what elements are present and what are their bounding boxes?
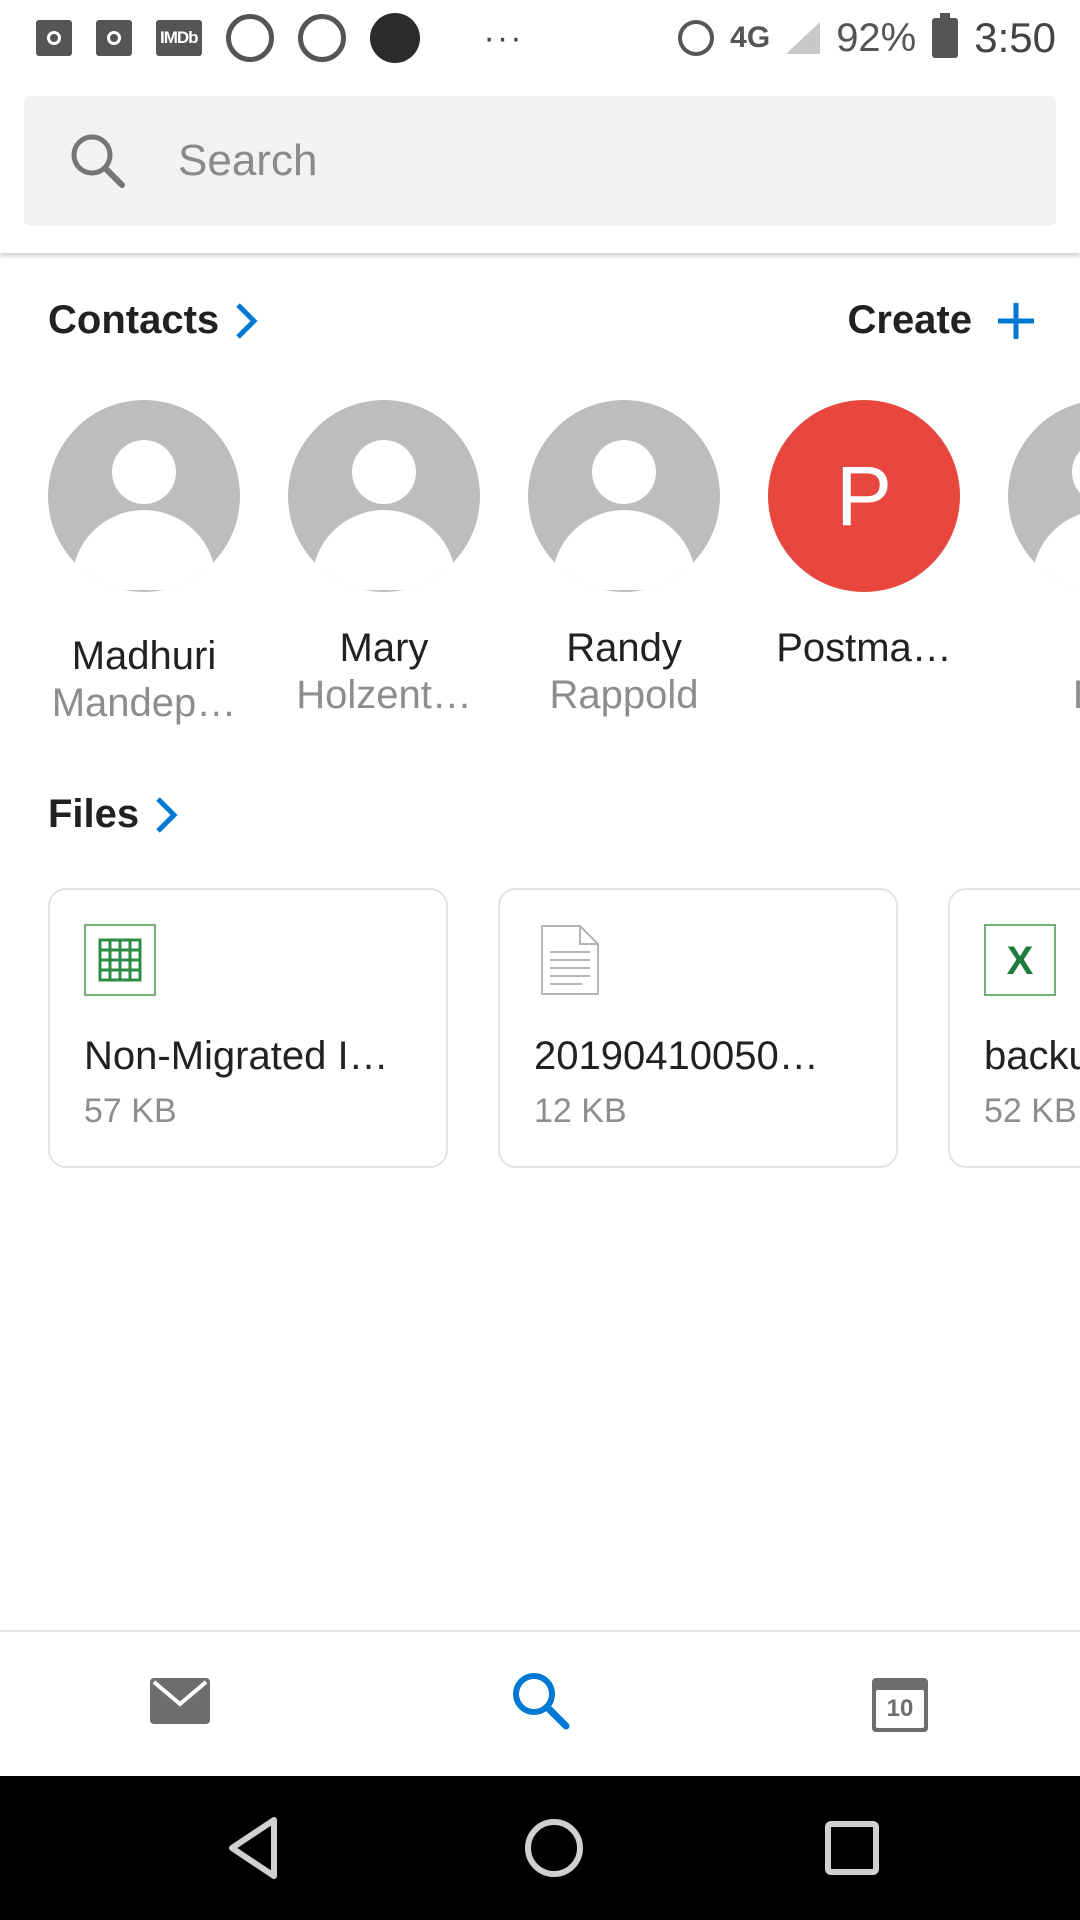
signal-icon <box>786 22 821 54</box>
mail-icon[interactable] <box>148 1668 212 1732</box>
file-card[interactable]: 20190410050… 12 KB <box>498 888 898 1168</box>
file-card[interactable]: X backu 52 KB <box>948 888 1080 1168</box>
file-size: 57 KB <box>84 1092 177 1130</box>
alarm-icon <box>678 20 715 56</box>
timer-icon <box>297 14 346 62</box>
search-header <box>0 75 1080 253</box>
contacts-title: Contacts <box>48 298 220 342</box>
chevron-right-icon <box>236 302 258 339</box>
dark-circle-icon <box>369 13 420 63</box>
search-input[interactable] <box>176 135 980 187</box>
file-name: 20190410050… <box>534 1034 819 1078</box>
search-icon <box>71 134 125 188</box>
system-navigation-bar <box>0 1776 1080 1920</box>
bottom-navigation: 10 <box>0 1630 1080 1778</box>
contact-item[interactable]: Randy Rappold <box>504 400 744 718</box>
file-size: 12 KB <box>534 1092 627 1130</box>
spreadsheet-icon <box>84 924 156 996</box>
contact-item[interactable]: Madhuri Mandep… <box>24 400 264 726</box>
create-label: Create <box>847 298 972 342</box>
contact-item[interactable]: D Bro <box>984 400 1080 718</box>
network-type-label: 4G <box>730 21 771 54</box>
search-bar[interactable] <box>24 96 1056 226</box>
files-carousel[interactable]: Non-Migrated I… 57 KB 20190410050… 12 KB… <box>0 888 1080 1172</box>
file-size: 52 KB <box>984 1092 1077 1130</box>
contact-item[interactable]: P Postma… <box>744 400 984 671</box>
back-icon[interactable] <box>218 1810 294 1886</box>
sync-icon <box>225 14 274 62</box>
document-icon <box>541 925 599 995</box>
battery-icon <box>932 13 959 58</box>
files-header[interactable]: Files <box>48 792 179 837</box>
notification-app-icon <box>36 20 72 56</box>
contact-second-name: Bro <box>984 673 1080 718</box>
contacts-carousel[interactable]: Madhuri Mandep… Mary Holzent… Randy Rapp… <box>0 400 1080 740</box>
avatar <box>288 400 480 592</box>
excel-icon: X <box>984 924 1056 996</box>
svg-text:X: X <box>1007 939 1034 983</box>
contact-second-name: Mandep… <box>51 681 237 725</box>
contact-second-name: Holzent… <box>296 673 472 717</box>
chevron-right-icon <box>156 796 178 833</box>
file-name: backu <box>984 1034 1080 1078</box>
calendar-day: 10 <box>876 1690 924 1728</box>
contacts-header[interactable]: Contacts <box>48 298 259 343</box>
recents-icon[interactable] <box>814 1810 890 1886</box>
clock: 3:50 <box>974 14 1056 61</box>
imdb-icon: IMDb <box>156 20 202 56</box>
status-bar: IMDb ··· 4G 92% 3:50 <box>0 0 1080 75</box>
contact-item[interactable]: Mary Holzent… <box>264 400 504 718</box>
notification-icons: IMDb ··· <box>36 10 524 66</box>
battery-percentage: 92% <box>836 15 917 60</box>
notification-app-icon <box>96 20 132 56</box>
file-name: Non-Migrated I… <box>84 1034 389 1078</box>
file-card[interactable]: Non-Migrated I… 57 KB <box>48 888 448 1168</box>
avatar <box>528 400 720 592</box>
contact-first-name: Madhuri <box>71 634 217 678</box>
contact-first-name: Postma… <box>776 626 952 670</box>
create-contact-button[interactable]: Create <box>847 298 1036 343</box>
more-notifications-icon: ··· <box>483 19 524 57</box>
contact-second-name: Rappold <box>549 673 699 717</box>
avatar-initial: P <box>768 400 960 592</box>
home-icon[interactable] <box>516 1810 592 1886</box>
search-nav-icon[interactable] <box>508 1668 572 1732</box>
contact-first-name: D <box>984 626 1080 671</box>
contact-first-name: Randy <box>566 626 682 670</box>
system-status: 4G 92% 3:50 <box>678 10 1056 66</box>
avatar <box>48 400 240 592</box>
contact-first-name: Mary <box>339 626 429 670</box>
files-title: Files <box>48 792 140 836</box>
avatar <box>1008 400 1080 592</box>
plus-icon <box>998 302 1034 339</box>
calendar-icon[interactable]: 10 <box>872 1678 928 1732</box>
